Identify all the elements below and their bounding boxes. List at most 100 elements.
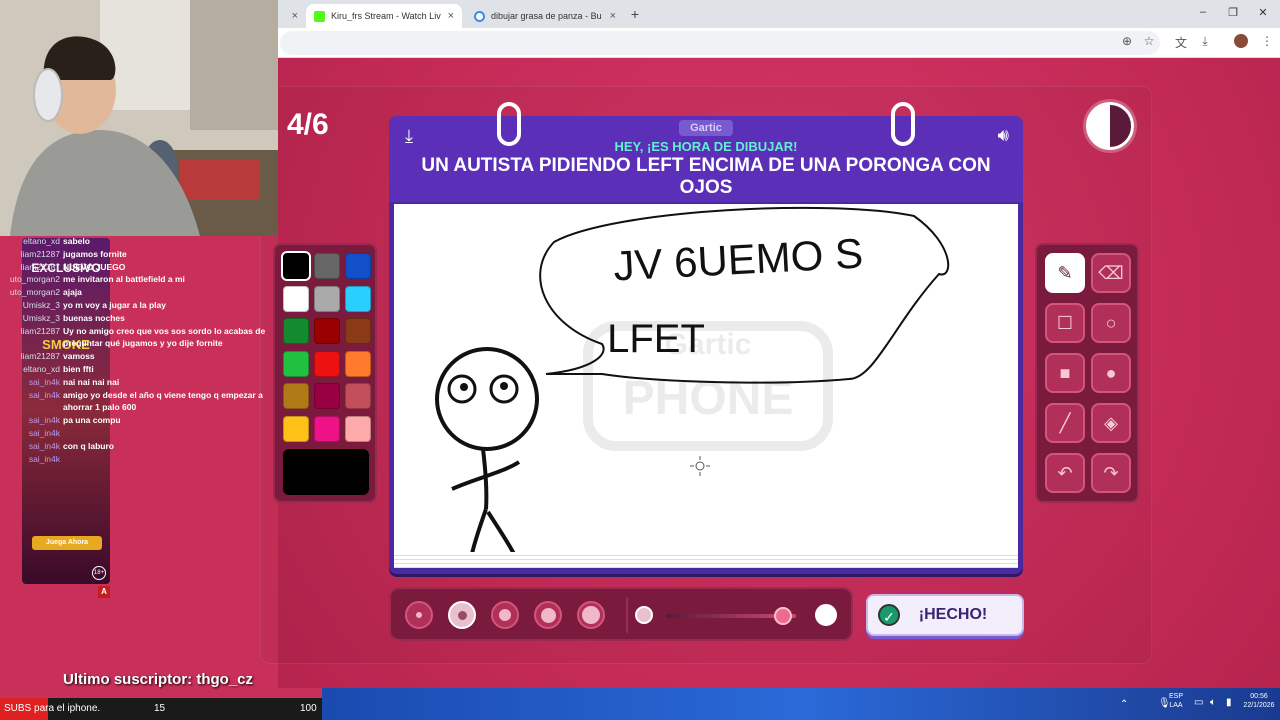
close-icon[interactable]: × — [610, 10, 616, 22]
brush-size-button[interactable] — [448, 601, 476, 629]
webcam-image — [0, 0, 278, 236]
chat-username[interactable]: Umiskz_3 — [0, 300, 60, 311]
close-window-button[interactable]: ✕ — [1248, 6, 1278, 19]
chat-message: sai_in4k nai nai nai nai — [0, 377, 278, 388]
brush-size-button[interactable] — [577, 601, 605, 629]
chat-text: bien ffti — [63, 364, 94, 374]
chat-message: Umiskz_3 buenas noches — [0, 313, 278, 324]
chat-text: con q laburo — [63, 440, 114, 451]
brush-size-button[interactable] — [405, 601, 433, 629]
chat-username[interactable]: liam21287 — [0, 351, 60, 362]
chat-message: sai_in4k pa una compu — [0, 415, 278, 426]
color-swatch[interactable] — [283, 383, 309, 409]
brush-size-button[interactable] — [491, 601, 519, 629]
zoom-icon[interactable]: ⊕ — [1118, 34, 1136, 48]
profile-icon[interactable] — [1232, 34, 1250, 51]
opacity-min-icon — [635, 606, 653, 624]
network-icon[interactable]: ▭ — [1194, 698, 1203, 708]
close-icon[interactable]: × — [448, 10, 454, 22]
new-tab-button[interactable]: + — [626, 6, 644, 24]
color-swatch[interactable] — [314, 415, 340, 442]
color-swatch[interactable] — [345, 318, 371, 344]
tab-kick-stream[interactable]: Kiru_frs Stream - Watch Live on × — [306, 4, 462, 28]
minimize-button[interactable]: – — [1188, 6, 1218, 18]
color-swatch[interactable] — [283, 318, 309, 344]
redo-tool[interactable]: ↷ — [1091, 453, 1131, 493]
chat-overlay: eltano_xd sabelo liam21287 jugamos fornite l… — [0, 236, 278, 464]
menu-icon[interactable]: ⋮ — [1258, 34, 1276, 48]
chat-username[interactable]: sai_in4k — [0, 441, 60, 452]
chat-message: liam21287 vamoss — [0, 351, 278, 362]
pencil-tool[interactable]: ✎ — [1045, 253, 1085, 293]
chat-username[interactable]: sai_in4k — [0, 415, 60, 426]
color-swatch[interactable] — [283, 415, 309, 442]
rectangle-outline-tool[interactable]: ☐ — [1045, 303, 1085, 343]
color-swatch[interactable] — [345, 383, 371, 409]
chat-text: jugamos fornite — [63, 248, 127, 259]
drawing-canvas[interactable]: Gartic PHONE JV 6UEMO S LFET — [394, 204, 1018, 564]
chat-username[interactable]: eltano_xd — [0, 236, 60, 247]
color-swatch[interactable] — [314, 285, 340, 312]
color-swatch[interactable] — [283, 253, 309, 279]
tray-chevron-icon[interactable]: ⌃ — [1120, 700, 1128, 710]
subs-goal-current: 15 — [154, 703, 166, 714]
fill-bucket-tool[interactable]: ◈ — [1091, 403, 1131, 443]
color-palette — [273, 243, 377, 503]
eraser-tool[interactable]: ⌫ — [1091, 253, 1131, 293]
close-icon[interactable]: × — [292, 10, 298, 22]
chat-username[interactable]: liam21287 — [0, 326, 60, 337]
chat-message: uto_morgan2 ajaja — [0, 287, 278, 298]
language-indicator[interactable]: ESP LAA — [1164, 692, 1188, 710]
opacity-slider[interactable] — [666, 607, 796, 625]
color-swatch[interactable] — [314, 253, 340, 279]
color-swatch[interactable] — [345, 253, 371, 279]
ad-cta-button[interactable]: Juega Ahora — [32, 536, 102, 550]
bubble-text-line1: JV 6UEMO S — [612, 230, 864, 290]
chat-message: Umiskz_3 yo m voy a jugar a la play — [0, 300, 278, 311]
chat-username[interactable]: uto_morgan2 — [0, 274, 60, 285]
tab-close-partial[interactable]: × — [278, 4, 304, 28]
color-swatch[interactable] — [283, 350, 309, 377]
chat-username[interactable]: sai_in4k — [0, 390, 60, 401]
chat-username[interactable]: eltano_xd — [0, 364, 60, 375]
brush-size-button[interactable] — [534, 601, 562, 629]
current-color-preview — [283, 449, 369, 495]
color-swatch[interactable] — [283, 285, 309, 312]
last-subscriber: Ultimo suscriptor: thgo_cz — [63, 671, 254, 688]
download-icon[interactable]: ⤓ — [1196, 34, 1214, 49]
chat-username[interactable]: Umiskz_3 — [0, 313, 60, 324]
battery-icon[interactable]: ▮ — [1226, 698, 1232, 708]
brush-settings-bar — [389, 587, 853, 641]
maximize-button[interactable]: ❐ — [1218, 6, 1248, 19]
ellipse-fill-tool[interactable]: ● — [1091, 353, 1131, 393]
chat-username[interactable]: sai_in4k — [0, 428, 60, 439]
rectangle-fill-tool[interactable]: ■ — [1045, 353, 1085, 393]
chat-username[interactable]: sai_in4k — [0, 454, 60, 465]
tab-google-search[interactable]: dibujar grasa de panza - Buscar × — [466, 4, 624, 28]
translate-icon[interactable]: 文 — [1172, 34, 1190, 51]
drawing-board: Gartic ⤓ 🔊︎ HEY, ¡ES HORA DE DIBUJAR! UN… — [389, 102, 1023, 574]
subs-goal-text: SUBS para el iphone. — [4, 703, 101, 714]
color-swatch[interactable] — [345, 285, 371, 312]
undo-tool[interactable]: ↶ — [1045, 453, 1085, 493]
chat-username[interactable]: sai_in4k — [0, 377, 60, 388]
ellipse-outline-tool[interactable]: ○ — [1091, 303, 1131, 343]
chat-text: me invitaron al battlefield a mi — [63, 274, 185, 285]
color-swatch[interactable] — [314, 350, 340, 377]
chat-username[interactable]: liam21287 — [0, 249, 60, 260]
star-icon[interactable]: ☆ — [1140, 34, 1158, 48]
color-swatch[interactable] — [345, 350, 371, 377]
brush-size-dot — [416, 612, 422, 618]
done-button[interactable]: ✓ ¡HECHO! — [866, 594, 1024, 636]
color-swatch[interactable] — [345, 415, 371, 442]
line-tool[interactable]: ╱ — [1045, 403, 1085, 443]
color-swatch[interactable] — [314, 318, 340, 344]
clock[interactable]: 00:56 22/1/2026 — [1242, 692, 1276, 710]
color-swatch[interactable] — [314, 383, 340, 409]
chat-username[interactable]: uto_morgan2 — [0, 287, 60, 298]
omnibox[interactable] — [280, 31, 1160, 55]
volume-icon[interactable]: 🔈︎ — [1210, 698, 1216, 708]
opacity-slider-handle[interactable] — [774, 607, 792, 625]
check-icon: ✓ — [878, 604, 900, 626]
chat-username[interactable]: liam21287 — [0, 262, 60, 273]
